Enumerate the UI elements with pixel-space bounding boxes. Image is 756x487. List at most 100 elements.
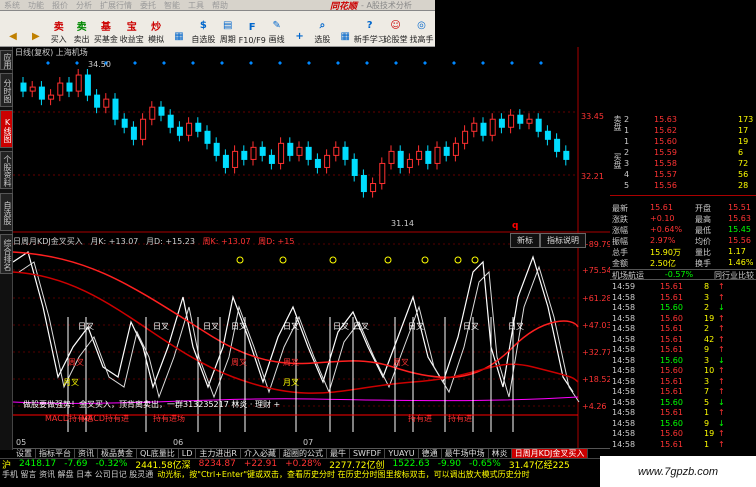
tick-price: 15.61 — [660, 376, 683, 386]
left-tab[interactable]: 自选股 — [0, 193, 13, 231]
up-arrow-icon: ↑ — [718, 313, 725, 323]
bottom-indicator-tabs: 设置 指标平台 资讯 极品黄金 QL底量比 LD 主力进出R 介入必藏 超圈的公式 最牛 SWFDF… — [13, 448, 610, 459]
indicator-q-mark: q — [512, 221, 519, 231]
tick-volume: 9 — [704, 418, 710, 428]
tick-tab[interactable]: 同行业比较 — [714, 270, 754, 280]
left-tab[interactable]: K线图 — [0, 110, 13, 148]
toolbar-button[interactable]: + — [289, 12, 311, 46]
stat-value2: 15.45 — [728, 225, 751, 234]
indicator-week-d: 周D: +15 — [258, 237, 295, 246]
tick-time: 14:58 — [612, 324, 636, 333]
menu-item[interactable]: 委托 — [136, 0, 160, 11]
day-cross-label: 日叉 — [463, 322, 479, 331]
sell-price: 15.60 — [654, 137, 677, 146]
toolbar-button[interactable]: ▶ — [25, 12, 47, 46]
toolbar-button[interactable]: 卖买入 — [48, 12, 70, 46]
$-icon: $ — [199, 19, 207, 31]
status-sh-change: -7.69 — [64, 459, 88, 469]
candle-body — [305, 146, 312, 160]
stat-value2: 15.63 — [728, 214, 751, 223]
toolbar-button[interactable]: 卖卖出 — [71, 12, 93, 46]
up-arrow-icon: ↑ — [718, 282, 725, 291]
toolbar-button[interactable]: ☺ 论股堂 — [383, 12, 408, 46]
toolbar-button[interactable]: ▤ 周期 — [217, 12, 239, 46]
signal-diamond — [539, 61, 543, 65]
quote-divider — [610, 195, 756, 196]
tick-tab[interactable]: -0.57% — [665, 270, 693, 279]
up-arrow-icon: ↑ — [718, 324, 725, 333]
tick-price: 15.61 — [660, 292, 683, 302]
menu-item[interactable]: 帮助 — [208, 0, 232, 11]
tick-tab[interactable]: 机场航运 — [612, 270, 644, 280]
tick-time: 14:59 — [612, 282, 636, 291]
toolbar-button[interactable]: $ 自选股 — [191, 12, 216, 46]
toolbar-button[interactable]: 炒模拟 — [145, 12, 167, 46]
☺-icon: ☺ — [390, 19, 401, 31]
kline-chart-svg[interactable]: 34.50 31.14 33.45 32.21 +89.79 +75.54 +61.28 +4… — [12, 47, 612, 450]
candle-body — [130, 126, 137, 140]
signal-diamond — [481, 61, 485, 65]
up-arrow-icon: ↑ — [718, 345, 725, 354]
indicator-tab-help[interactable]: 指标说明 — [540, 233, 586, 248]
left-tab[interactable]: 应用 — [0, 50, 13, 70]
menu-item[interactable]: 系统 — [0, 0, 24, 11]
toolbar-button[interactable]: ▦ — [168, 12, 190, 46]
menu-item[interactable]: 工具 — [184, 0, 208, 11]
menu-item[interactable]: 扩展行情 — [96, 0, 136, 11]
tick-time: 14:58 — [612, 439, 636, 449]
卖-icon: 卖 — [76, 21, 87, 33]
signal-circle — [279, 256, 287, 264]
left-tab[interactable]: 综合排名 — [0, 234, 13, 274]
toolbar-button[interactable]: F F10/F9 — [239, 12, 266, 46]
candle-body — [452, 142, 459, 156]
menu-item[interactable]: 分析 — [72, 0, 96, 11]
left-tab[interactable]: 分时图 — [0, 73, 13, 107]
menu-item[interactable]: 功能 — [24, 0, 48, 11]
candle-body — [462, 130, 469, 144]
candle-body — [351, 158, 358, 176]
left-tab[interactable]: 个股资料 — [0, 151, 13, 189]
toolbar-button[interactable]: ✎ 画线 — [266, 12, 288, 46]
back-icon: ◀ — [9, 30, 17, 42]
status-cy-pct: -0.65% — [469, 459, 501, 469]
down-arrow-icon: ↓ — [718, 397, 725, 407]
candle-body — [471, 122, 478, 132]
toolbar-button[interactable]: ? 新手学习 — [354, 12, 386, 46]
toolbar-button[interactable]: ◀ — [2, 12, 24, 46]
tick-volume: 3 — [704, 355, 710, 365]
toolbar-button[interactable]: 基买基金 — [94, 12, 119, 46]
candle-body — [94, 94, 101, 108]
up-arrow-icon: ↑ — [718, 439, 725, 449]
sell-volume: 173 — [738, 115, 754, 124]
indicator-month-k: 月K: +13.07 — [90, 237, 139, 246]
candle-body — [103, 98, 110, 108]
candle-body — [66, 82, 73, 92]
forward-icon: ▶ — [31, 30, 40, 42]
menu-item[interactable]: 智能 — [160, 0, 184, 11]
stat-value: 2.97% — [650, 236, 676, 245]
hint-left-links[interactable]: 手机 留言 资讯 解盘 日本 公司日记 股灵通 — [2, 469, 153, 480]
toolbar-button[interactable]: ◎ 找高手 — [409, 12, 434, 46]
signal-diamond — [220, 61, 224, 65]
menu-item[interactable]: 报价 — [48, 0, 72, 11]
up-arrow-icon: ↑ — [718, 408, 725, 417]
tick-volume: 1 — [704, 439, 710, 449]
candle-body — [296, 146, 303, 156]
signal-diamond — [307, 61, 311, 65]
toolbar-button[interactable]: 宝收益宝 — [119, 12, 144, 46]
indicator-name: 日周月KDJ金叉买入 — [13, 237, 83, 246]
day-cross-label: 日叉 — [408, 322, 424, 331]
signal-diamond — [191, 61, 195, 65]
up-arrow-icon: ↑ — [718, 292, 725, 302]
buy-volume: 6 — [738, 148, 744, 157]
indicator-tab-new[interactable]: 新标 — [510, 233, 540, 248]
toolbar-button[interactable]: ⌕ 选股 — [311, 12, 333, 46]
kline-chart-area[interactable]: 34.50 31.14 33.45 32.21 +89.79 +75.54 +61.28 +4… — [12, 47, 612, 450]
indicator-week-k: 周K: +13.07 — [202, 237, 251, 246]
candle-body — [75, 74, 82, 92]
down-arrow-icon: ↓ — [718, 355, 725, 365]
sell-price: 15.63 — [654, 115, 677, 124]
toolbar-button-label: 模拟 — [148, 35, 165, 44]
candle-body — [48, 94, 55, 100]
tick-time: 14:58 — [612, 313, 636, 323]
